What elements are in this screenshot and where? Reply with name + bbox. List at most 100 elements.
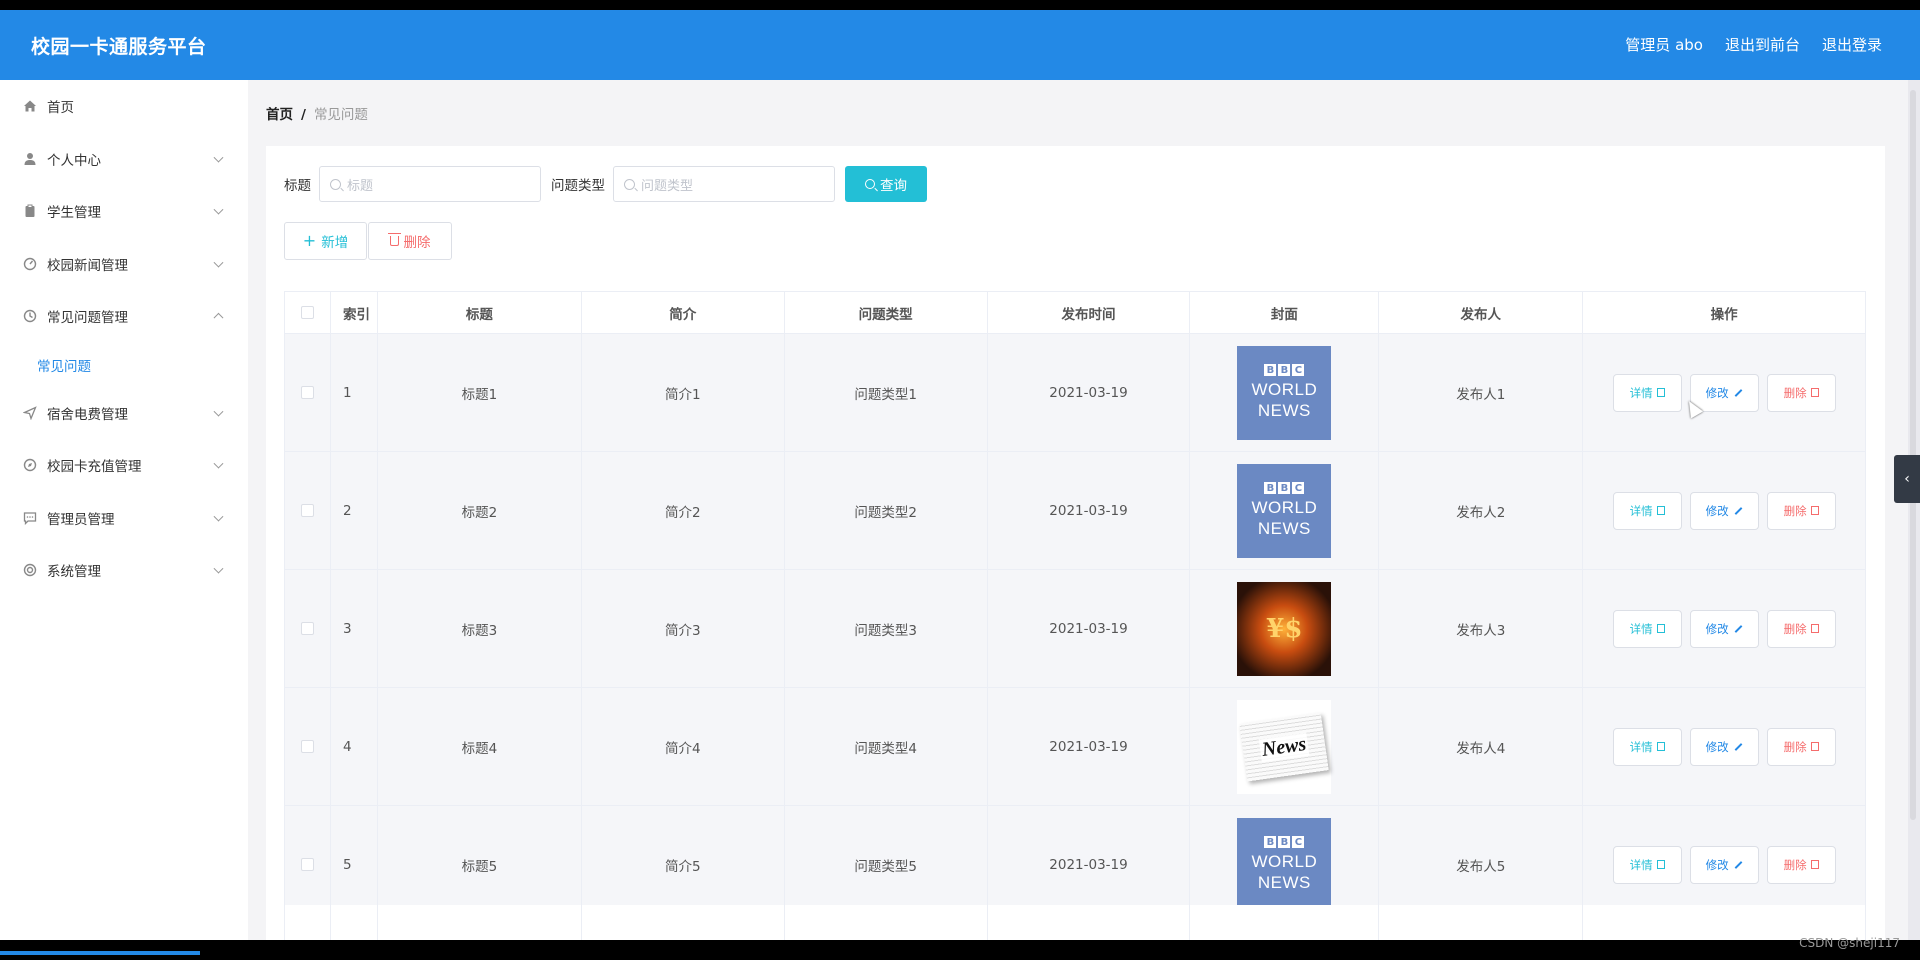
bbc-logo: BBC (1264, 482, 1305, 494)
column-header-cover: 封面 (1190, 292, 1380, 334)
chevron-down-icon (213, 204, 224, 215)
detail-button[interactable]: 详情 (1612, 845, 1682, 884)
chat-icon (22, 510, 38, 526)
sidebar-item-dorm-electricity[interactable]: 宿舍电费管理 (0, 387, 248, 440)
edit-button[interactable]: 修改 (1689, 609, 1759, 648)
sidebar-item-card-recharge[interactable]: 校园卡充值管理 (0, 439, 248, 492)
document-icon (1656, 388, 1665, 397)
breadcrumb: 首页 / 常见问题 (266, 103, 368, 123)
main-panel: 标题 标题 问题类型 问题类型 查询 + 新增 删除 索引 标题 简介 问题类型… (266, 146, 1885, 950)
top-header: 校园一卡通服务平台 管理员 abo 退出到前台 退出登录 (0, 10, 1920, 80)
sidebar-item-admin-management[interactable]: 管理员管理 (0, 492, 248, 545)
row-select-cell (285, 334, 331, 452)
cell-index: 1 (330, 334, 378, 452)
row-select-cell (285, 570, 331, 688)
sidebar: 首页 个人中心 学生管理 校园新闻管理 常见问题管理 常见问题 宿舍电费管理 校… (0, 80, 248, 950)
detail-button[interactable]: 详情 (1612, 727, 1682, 766)
document-icon (1656, 860, 1665, 869)
sidebar-item-home[interactable]: 首页 (0, 80, 248, 133)
document-icon (1656, 742, 1665, 751)
chevron-down-icon (213, 511, 224, 522)
sidebar-subitem-faq[interactable]: 常见问题 (0, 343, 248, 387)
cell-cover: BBC WORLD NEWS (1190, 334, 1380, 452)
row-checkbox[interactable] (300, 858, 314, 871)
pencil-icon (1734, 860, 1742, 869)
cell-time: 2021-03-19 (987, 688, 1191, 806)
table-row: 3 标题3 简介3 问题类型3 2021-03-19 ¥$ 发布人3 详情 修改… (285, 570, 1867, 688)
type-search-input[interactable]: 问题类型 (613, 166, 835, 202)
cover-image: News (1237, 699, 1332, 794)
sidebar-item-label: 校园卡充值管理 (47, 459, 142, 476)
edit-button[interactable]: 修改 (1689, 491, 1759, 530)
chevron-down-icon (213, 152, 224, 163)
detail-button[interactable]: 详情 (1612, 373, 1682, 412)
edit-button[interactable]: 修改 (1689, 845, 1759, 884)
compass-icon (22, 457, 38, 473)
sidebar-item-label: 个人中心 (47, 152, 101, 169)
query-button-label: 查询 (880, 178, 907, 194)
cell-cover: ¥$ (1190, 570, 1380, 688)
chevron-down-icon (213, 563, 224, 574)
row-checkbox[interactable] (300, 504, 314, 517)
sidebar-item-label: 管理员管理 (47, 511, 115, 528)
delete-button[interactable]: 删除 (1766, 491, 1836, 530)
cell-operations: 详情 修改 删除 (1583, 334, 1867, 452)
cover-image: ¥$ (1237, 581, 1332, 676)
row-checkbox[interactable] (300, 386, 314, 399)
table-row: 4 标题4 简介4 问题类型4 2021-03-19 News 发布人4 详情 … (285, 688, 1867, 806)
action-bar: + 新增 删除 (284, 222, 452, 260)
sidebar-item-students[interactable]: 学生管理 (0, 185, 248, 238)
app-window: 校园一卡通服务平台 管理员 abo 退出到前台 退出登录 首页 个人中心 学生管… (0, 10, 1920, 950)
logout-link[interactable]: 退出登录 (1822, 34, 1882, 55)
delete-button[interactable]: 删除 (1766, 845, 1836, 884)
cell-publisher: 发布人2 (1379, 452, 1584, 570)
document-icon (1656, 624, 1665, 633)
add-button[interactable]: + 新增 (284, 222, 367, 260)
row-select-cell (285, 688, 331, 806)
pencil-icon (1734, 506, 1742, 515)
title-label: 标题 (284, 178, 311, 194)
plus-icon: + (302, 231, 317, 250)
exit-to-front-link[interactable]: 退出到前台 (1725, 34, 1800, 55)
cover-image: BBC WORLD NEWS (1237, 463, 1332, 558)
delete-button[interactable]: 删除 (1766, 609, 1836, 648)
page-scrollbar-track[interactable] (1908, 80, 1920, 950)
detail-button[interactable]: 详情 (1612, 491, 1682, 530)
detail-button[interactable]: 详情 (1612, 609, 1682, 648)
sidebar-item-label: 常见问题管理 (47, 310, 128, 327)
title-search-input[interactable]: 标题 (319, 166, 541, 202)
row-checkbox[interactable] (300, 740, 314, 753)
query-button[interactable]: 查询 (845, 166, 927, 202)
pencil-icon (1734, 388, 1742, 397)
cell-publisher: 发布人1 (1379, 334, 1584, 452)
cell-publisher: 发布人3 (1379, 570, 1584, 688)
delete-button-label: 删除 (403, 235, 431, 251)
lifebuoy-icon (22, 562, 38, 578)
header-actions: 管理员 abo 退出到前台 退出登录 (1625, 34, 1882, 55)
search-bar: 标题 标题 问题类型 问题类型 查询 (284, 166, 927, 202)
select-all-checkbox[interactable] (300, 306, 314, 319)
row-checkbox[interactable] (300, 622, 314, 635)
loading-progress-bar (0, 951, 200, 955)
breadcrumb-home[interactable]: 首页 (266, 107, 293, 123)
batch-delete-button[interactable]: 删除 (368, 222, 452, 260)
breadcrumb-separator: / (301, 107, 306, 123)
app-title: 校园一卡通服务平台 (31, 36, 207, 58)
cell-brief: 简介2 (581, 452, 785, 570)
clock-icon (22, 308, 38, 324)
sidebar-item-system-management[interactable]: 系统管理 (0, 544, 248, 597)
cell-time: 2021-03-19 (987, 452, 1191, 570)
sidebar-item-campus-news[interactable]: 校园新闻管理 (0, 238, 248, 291)
drawer-toggle-button[interactable]: ‹ (1894, 455, 1920, 503)
document-icon (1656, 506, 1665, 515)
sidebar-item-faq-management[interactable]: 常见问题管理 (0, 290, 248, 343)
edit-button[interactable]: 修改 (1689, 727, 1759, 766)
delete-button[interactable]: 删除 (1766, 727, 1836, 766)
sidebar-item-personal-center[interactable]: 个人中心 (0, 133, 248, 186)
cell-brief: 简介3 (581, 570, 785, 688)
cell-index: 3 (330, 570, 378, 688)
current-user: 管理员 abo (1625, 36, 1703, 54)
home-icon (22, 98, 38, 114)
column-header-type: 问题类型 (784, 292, 988, 334)
delete-button[interactable]: 删除 (1766, 373, 1836, 412)
